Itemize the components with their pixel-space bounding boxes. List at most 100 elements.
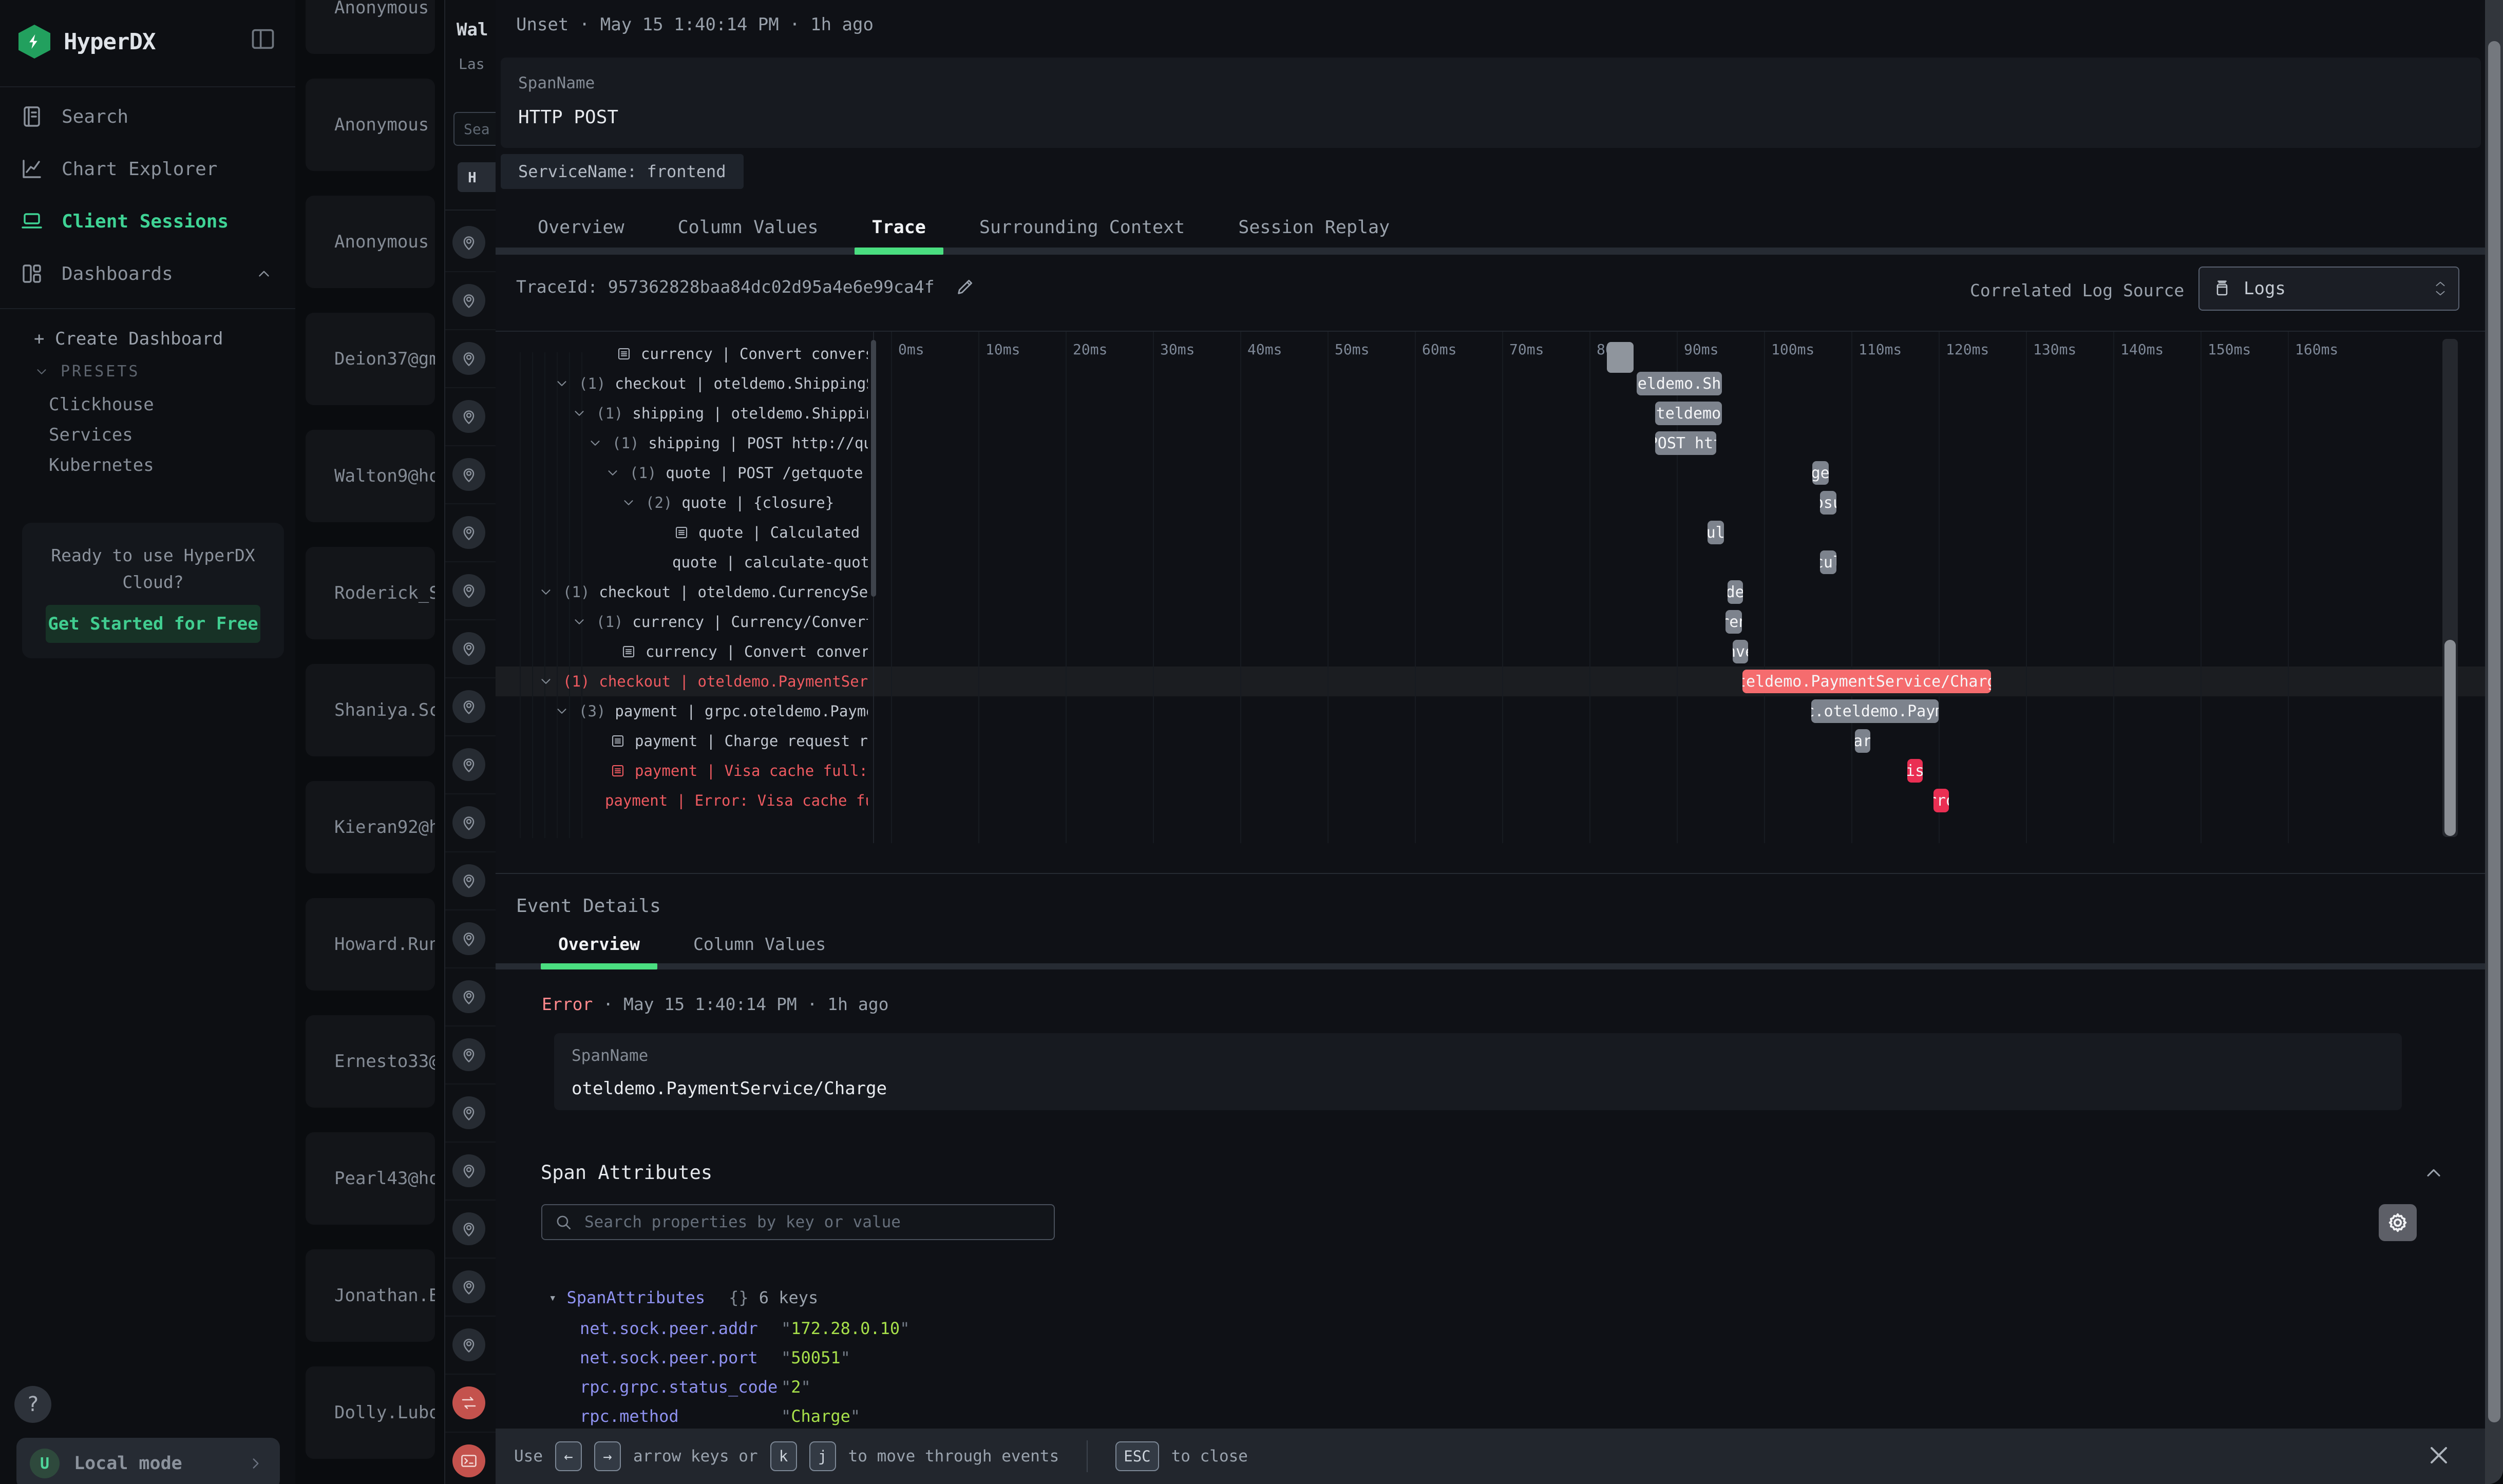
swap-icon[interactable] xyxy=(452,1386,485,1419)
session-filter-chip[interactable]: H xyxy=(458,162,497,192)
log-source-select[interactable]: Logs xyxy=(2198,267,2459,311)
terminal-icon[interactable] xyxy=(452,1444,485,1477)
event-pin-cell[interactable] xyxy=(445,677,497,736)
event-pin-cell[interactable] xyxy=(445,1374,497,1433)
session-card[interactable]: Shaniya.Sc xyxy=(306,664,435,756)
pin-icon[interactable] xyxy=(452,1270,485,1303)
session-card[interactable]: Dolly.Lubo xyxy=(306,1366,435,1459)
session-card[interactable]: Ernesto33@ xyxy=(306,1015,435,1108)
pin-icon[interactable] xyxy=(452,632,485,665)
event-pin-cell[interactable] xyxy=(445,561,497,620)
tab-surrounding-context[interactable]: Surrounding Context xyxy=(953,207,1211,248)
event-pin-cell[interactable] xyxy=(445,1083,497,1143)
span-bar[interactable]: Error xyxy=(1933,789,1949,812)
session-card[interactable]: Roderick_S xyxy=(306,547,435,639)
trace-row[interactable]: currency | Convert convers… xyxy=(496,339,2503,369)
pin-icon[interactable] xyxy=(452,748,485,781)
event-pin-cell[interactable] xyxy=(445,1200,497,1259)
pin-icon[interactable] xyxy=(452,1212,485,1245)
get-started-button[interactable]: Get Started for Free xyxy=(46,605,260,643)
span-bar[interactable]: Currency/ xyxy=(1725,610,1742,634)
sidebar-collapse-icon[interactable] xyxy=(250,26,276,52)
session-card[interactable]: Kieran92@h xyxy=(306,781,435,873)
event-pin-cell[interactable] xyxy=(445,1432,497,1484)
trace-row[interactable]: (1)quote | POST /getquotePOST /getquote xyxy=(496,458,2503,488)
span-bar[interactable]: oteldemo.Ship xyxy=(1637,372,1722,395)
tree-scrollbar-thumb[interactable] xyxy=(871,340,876,597)
span-bar[interactable]: grpc.oteldemo.Payment xyxy=(1811,699,1939,723)
event-pin-cell[interactable] xyxy=(445,445,497,504)
edit-trace-id-icon[interactable] xyxy=(955,276,976,297)
session-card[interactable]: Anonymous xyxy=(306,196,435,288)
attributes-root-row[interactable]: ▾ SpanAttributes {} 6 keys xyxy=(549,1288,818,1307)
attribute-row[interactable]: rpc.grpc.status_code"2" xyxy=(580,1377,811,1397)
tab-column-values[interactable]: Column Values xyxy=(651,207,845,248)
presets-header[interactable]: PRESETS xyxy=(34,363,140,380)
span-bar[interactable]: Charge xyxy=(1855,729,1871,753)
waterfall-scrollbar-thumb[interactable] xyxy=(2444,640,2456,836)
chevron-down-icon[interactable] xyxy=(605,465,620,481)
chevron-down-icon[interactable] xyxy=(554,703,570,719)
session-card[interactable]: Anonymous xyxy=(306,79,435,171)
event-pin-cell[interactable] xyxy=(445,1316,497,1375)
event-pin-cell[interactable] xyxy=(445,1141,497,1201)
pin-icon[interactable] xyxy=(452,226,485,259)
attribute-row[interactable]: net.sock.peer.addr"172.28.0.10" xyxy=(580,1319,909,1338)
gear-icon[interactable] xyxy=(2379,1204,2417,1241)
event-pin-cell[interactable] xyxy=(445,909,497,968)
sidebar-item-dashboards[interactable]: Dashboards xyxy=(0,248,295,300)
close-icon[interactable] xyxy=(2426,1443,2451,1468)
chevron-down-icon[interactable] xyxy=(621,495,636,510)
session-card[interactable]: Howard.Run xyxy=(306,898,435,991)
event-pin-cell[interactable] xyxy=(445,851,497,910)
session-card[interactable]: Anonymous xyxy=(306,0,435,54)
span-bar[interactable]: oteldemo. xyxy=(1655,402,1722,425)
pin-icon[interactable] xyxy=(452,1328,485,1361)
pin-icon[interactable] xyxy=(452,284,485,317)
pin-icon[interactable] xyxy=(452,458,485,491)
trace-row[interactable]: quote | Calculated q…Calculated xyxy=(496,518,2503,547)
trace-row[interactable]: (1)checkout | oteldemo.ShippingSe…otelde… xyxy=(496,369,2503,398)
span-bar[interactable]: POST htt xyxy=(1655,431,1716,455)
span-bar[interactable]: oteldemo.C xyxy=(1728,580,1743,604)
pin-icon[interactable] xyxy=(452,1154,485,1187)
pin-icon[interactable] xyxy=(452,690,485,723)
pin-icon[interactable] xyxy=(452,864,485,897)
tab-trace[interactable]: Trace xyxy=(845,207,953,248)
trace-row[interactable]: payment | Charge request rec…Charge xyxy=(496,726,2503,756)
trace-row[interactable]: (1)checkout | oteldemo.CurrencySe…otelde… xyxy=(496,577,2503,607)
event-pin-cell[interactable] xyxy=(445,1025,497,1085)
pin-icon[interactable] xyxy=(452,516,485,549)
pin-icon[interactable] xyxy=(452,1038,485,1071)
event-pin-cell[interactable] xyxy=(445,967,497,1026)
trace-row[interactable]: (2)quote | {closure}{closure} xyxy=(496,488,2503,518)
trace-row[interactable]: (1)currency | Currency/ConvertCurrency/ xyxy=(496,607,2503,637)
trace-row[interactable]: (3)payment | grpc.oteldemo.Paymen…grpc.o… xyxy=(496,696,2503,726)
pin-icon[interactable] xyxy=(452,922,485,955)
collapse-section-icon[interactable] xyxy=(2422,1162,2445,1184)
span-bar[interactable]: Convert xyxy=(1733,640,1749,663)
pin-icon[interactable] xyxy=(452,342,485,375)
session-card[interactable]: Pearl43@ho xyxy=(306,1132,435,1225)
tab-session-replay[interactable]: Session Replay xyxy=(1211,207,1416,248)
pin-icon[interactable] xyxy=(452,574,485,607)
attribute-row[interactable]: rpc.method"Charge" xyxy=(580,1406,860,1426)
trace-row[interactable]: (1)shipping | oteldemo.Shipping…oteldemo… xyxy=(496,398,2503,428)
span-bar[interactable]: Visa xyxy=(1907,759,1923,783)
create-dashboard-button[interactable]: + Create Dashboard xyxy=(34,329,223,349)
sidebar-item-chart-explorer[interactable]: Chart Explorer xyxy=(0,143,295,195)
chevron-down-icon[interactable] xyxy=(554,376,570,391)
chevron-down-icon[interactable] xyxy=(538,674,554,689)
pin-icon[interactable] xyxy=(452,400,485,433)
event-pin-cell[interactable] xyxy=(445,793,497,852)
sidebar-item-search[interactable]: Search xyxy=(0,90,295,143)
span-bar[interactable]: calculate xyxy=(1820,550,1836,574)
session-card[interactable]: Deion37@gm xyxy=(306,313,435,405)
service-name-chip[interactable]: ServiceName: frontend xyxy=(501,154,744,189)
span-bar[interactable]: POST /getquote xyxy=(1812,461,1829,485)
event-details-tab-overview[interactable]: Overview xyxy=(532,924,667,963)
event-details-tab-column-values[interactable]: Column Values xyxy=(667,924,852,963)
event-pin-cell[interactable] xyxy=(445,735,497,794)
preset-item-clickhouse[interactable]: Clickhouse xyxy=(49,394,154,415)
preset-item-services[interactable]: Services xyxy=(49,425,133,445)
